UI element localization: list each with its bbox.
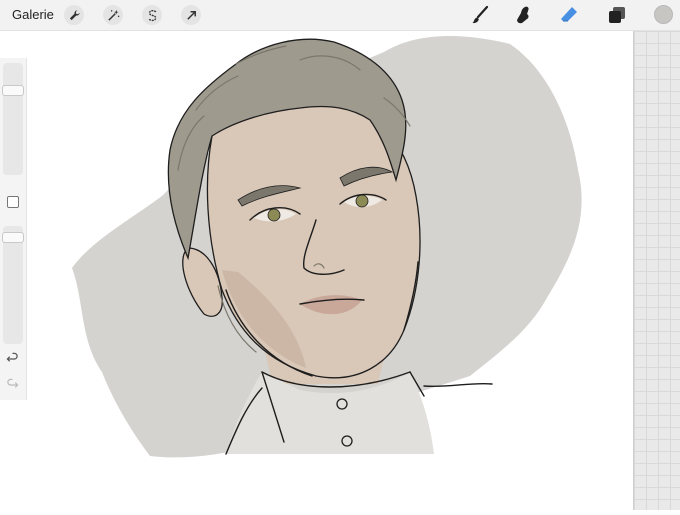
left-iris [267, 208, 281, 222]
selection-s-icon[interactable] [142, 5, 162, 25]
redo-arrow-icon[interactable] [6, 378, 19, 394]
right-iris [355, 194, 369, 208]
brush-size-thumb[interactable] [2, 85, 24, 96]
magic-wand-icon[interactable] [103, 5, 123, 25]
opacity-slider[interactable] [2, 226, 24, 344]
opacity-thumb[interactable] [2, 232, 24, 243]
wrench-icon[interactable] [64, 5, 84, 25]
left-sidebar [0, 58, 27, 400]
drawing-canvas[interactable] [27, 31, 633, 510]
reference-grid-panel [633, 31, 680, 510]
brush-size-slider[interactable] [2, 63, 24, 175]
smudge-icon[interactable] [512, 4, 534, 26]
modify-button[interactable] [7, 196, 19, 208]
gallery-button[interactable]: Galerie [12, 7, 54, 22]
top-toolbar: Galerie [0, 0, 680, 31]
color-swatch[interactable] [654, 5, 673, 24]
transform-arrow-icon[interactable] [181, 5, 201, 25]
brush-icon[interactable] [469, 4, 491, 26]
undo-arrow-icon[interactable] [6, 352, 19, 368]
portrait-artwork [72, 35, 582, 458]
layers-icon[interactable] [606, 4, 628, 26]
eraser-icon[interactable] [558, 4, 580, 26]
